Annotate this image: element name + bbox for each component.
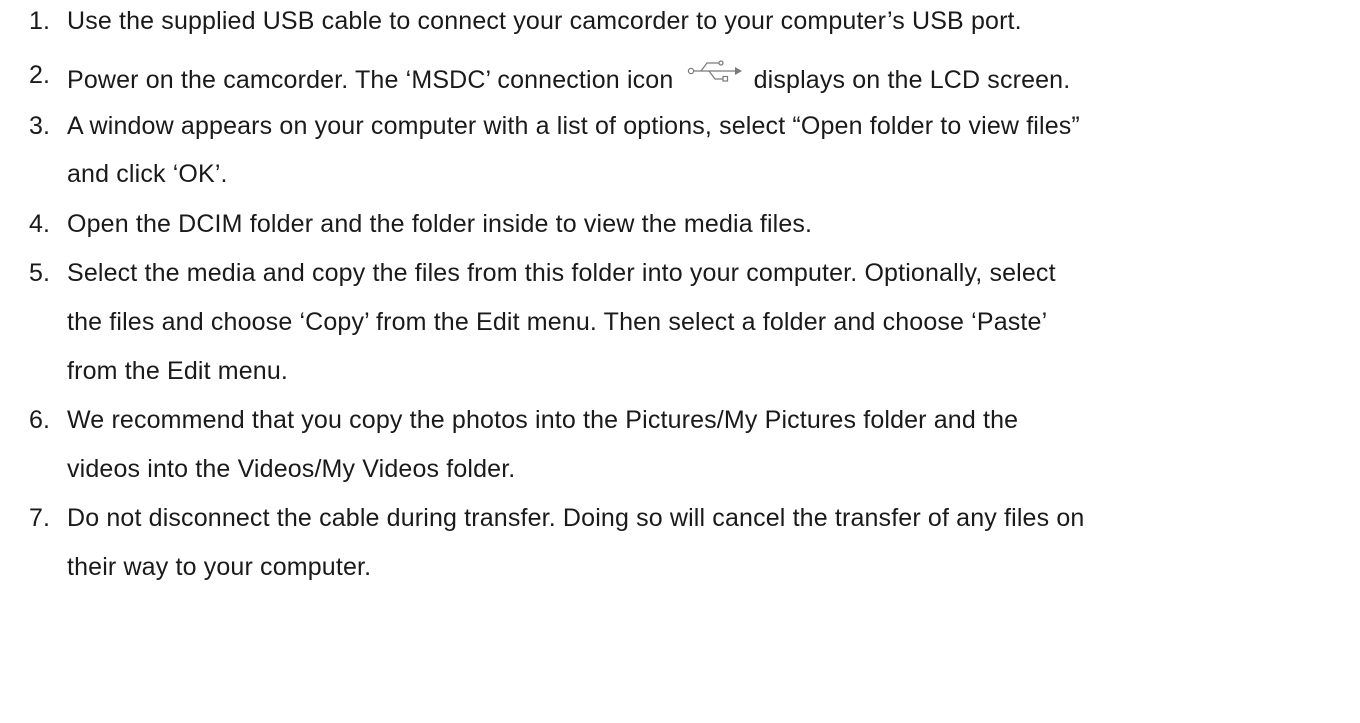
- step-number: 2.: [29, 61, 51, 89]
- step-text-after-icon: displays on the LCD screen.: [753, 66, 1071, 94]
- step-text-line: A window appears on your computer with a…: [67, 112, 1080, 140]
- step-number: 1.: [29, 7, 51, 35]
- step-number: 5.: [29, 259, 51, 287]
- step-text-line: from the Edit menu.: [67, 357, 289, 385]
- step-number: 3.: [29, 112, 51, 140]
- step-number: 7.: [29, 504, 51, 532]
- step-text-line: Use the supplied USB cable to connect yo…: [67, 7, 1022, 35]
- step-text-line: the files and choose ‘Copy’ from the Edi…: [67, 308, 1048, 336]
- step-number: 6.: [29, 406, 51, 434]
- step-number: 4.: [29, 210, 51, 238]
- instructions-document: 1. Use the supplied USB cable to connect…: [0, 0, 1360, 723]
- step-text-before-icon: Power on the camcorder. The ‘MSDC’ conne…: [67, 66, 674, 94]
- step-text-line: and click ‘OK’.: [67, 160, 228, 188]
- step-text-line: their way to your computer.: [67, 553, 372, 581]
- step-text-line: videos into the Videos/My Videos folder.: [67, 455, 516, 483]
- usb-icon: [687, 60, 742, 82]
- step-text-line: Open the DCIM folder and the folder insi…: [67, 210, 813, 238]
- step-text-line: Power on the camcorder. The ‘MSDC’ conne…: [67, 60, 1070, 95]
- step-text-line: Select the media and copy the files from…: [67, 259, 1056, 287]
- step-text-line: We recommend that you copy the photos in…: [67, 406, 1019, 434]
- step-text-line: Do not disconnect the cable during trans…: [67, 504, 1085, 532]
